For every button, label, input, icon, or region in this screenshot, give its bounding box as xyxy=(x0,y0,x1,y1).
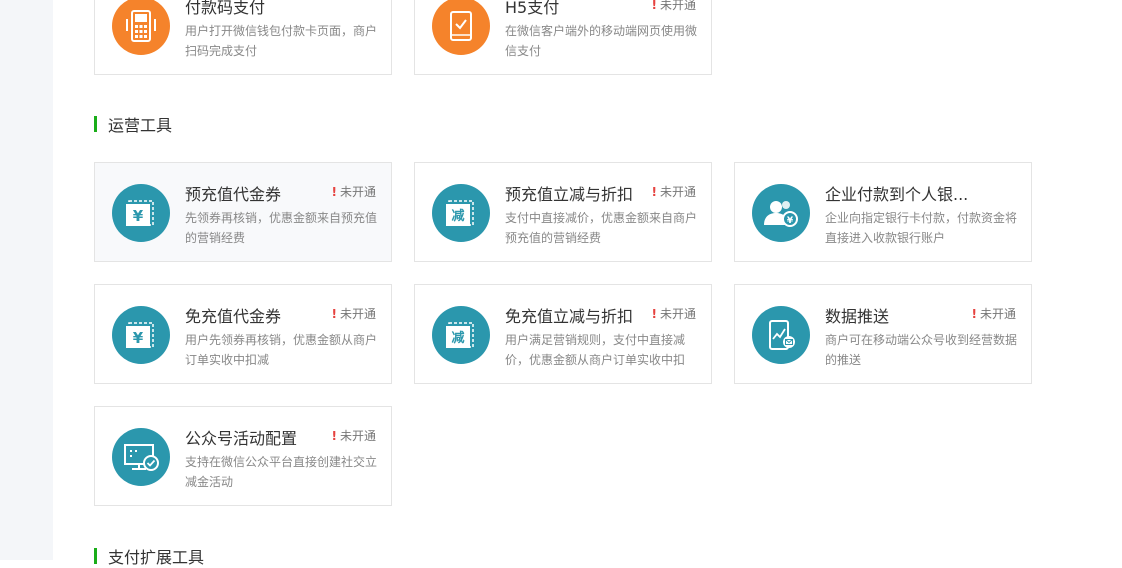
card-title: 预充值代金券 xyxy=(185,185,282,204)
card-desc: 支付中直接减价，优惠金额来自商户预充值的营销经费 xyxy=(505,211,698,245)
card-title: 免充值代金券 xyxy=(185,307,282,326)
card-title: 企业付款到个人银... xyxy=(825,185,969,204)
card-desc: 用户打开微信钱包付款卡页面，商户扫码完成支付 xyxy=(185,24,378,58)
warning-icon: ! xyxy=(651,307,657,321)
card-title: 公众号活动配置 xyxy=(185,429,298,448)
card-data-push[interactable]: 数据推送 ! 未开通 商户可在移动端公众号收到经营数据的推送 xyxy=(734,284,1032,384)
card-title: 预充值立减与折扣 xyxy=(505,185,634,204)
card-desc: 支持在微信公众平台直接创建社交立减金活动 xyxy=(185,455,378,489)
warning-icon: ! xyxy=(651,185,657,199)
warning-icon: ! xyxy=(331,307,337,321)
status-badge: ! 未开通 xyxy=(331,185,377,199)
warning-icon: ! xyxy=(331,429,337,443)
section-bar xyxy=(94,116,97,132)
users-yuan-icon: ¥ xyxy=(752,184,810,242)
card-title: H5支付 xyxy=(505,0,560,17)
svg-text:¥: ¥ xyxy=(133,207,144,225)
card-no-prepaid-discount[interactable]: 减 免充值立减与折扣 ! 未开通 用户满足营销规则，支付中直接减价，优惠金额从商户… xyxy=(414,284,712,384)
warning-icon: ! xyxy=(971,307,977,321)
card-no-prepaid-coupon[interactable]: ¥ 免充值代金券 ! 未开通 用户先领券再核销，优惠金额从商户订单实收中扣减 xyxy=(94,284,392,384)
status-badge: ! 未开通 xyxy=(651,0,697,12)
card-desc: 企业向指定银行卡付款，付款资金将直接进入收款银行账户 xyxy=(825,211,1018,245)
monitor-check-icon xyxy=(112,428,170,486)
warning-icon: ! xyxy=(331,185,337,199)
card-prepaid-discount[interactable]: 减 预充值立减与折扣 ! 未开通 支付中直接减价，优惠金额来自商户预充值的营销经费 xyxy=(414,162,712,262)
pos-terminal-icon xyxy=(112,0,170,55)
discount-coupon-icon: 减 xyxy=(432,184,490,242)
section-title-ops: 运营工具 xyxy=(94,114,172,135)
svg-text:减: 减 xyxy=(451,208,464,224)
section-title-payment-extension: 支付扩展工具 xyxy=(94,546,204,567)
left-sidebar-strip xyxy=(0,0,53,560)
section-bar xyxy=(94,548,97,564)
main-content: 付款码支付 用户打开微信钱包付款卡页面，商户扫码完成支付 H5支付 ! 未开通 在… xyxy=(53,0,1122,567)
card-desc: 用户满足营销规则，支付中直接减价，优惠金额从商户订单实收中扣 xyxy=(505,333,686,367)
card-h5-pay[interactable]: H5支付 ! 未开通 在微信客户端外的移动端网页使用微信支付 xyxy=(414,0,712,75)
status-badge: ! 未开通 xyxy=(651,307,697,321)
card-title: 付款码支付 xyxy=(185,0,266,17)
status-badge: ! 未开通 xyxy=(971,307,1017,321)
card-micropay[interactable]: 付款码支付 用户打开微信钱包付款卡页面，商户扫码完成支付 xyxy=(94,0,392,75)
status-badge: ! 未开通 xyxy=(651,185,697,199)
warning-icon: ! xyxy=(651,0,657,12)
card-title: 数据推送 xyxy=(825,307,890,326)
card-desc: 先领券再核销，优惠金额来自预充值的营销经费 xyxy=(185,211,378,245)
card-prepaid-coupon[interactable]: ¥ 预充值代金券 ! 未开通 先领券再核销，优惠金额来自预充值的营销经费 xyxy=(94,162,392,262)
mobile-chart-mail-icon xyxy=(752,306,810,364)
svg-text:¥: ¥ xyxy=(787,216,794,226)
yuan-coupon-icon: ¥ xyxy=(112,184,170,242)
card-title: 免充值立减与折扣 xyxy=(505,307,634,326)
mobile-check-icon xyxy=(432,0,490,55)
svg-text:减: 减 xyxy=(451,330,464,346)
card-desc: 商户可在移动端公众号收到经营数据的推送 xyxy=(825,333,1018,367)
card-official-account-activity[interactable]: 公众号活动配置 ! 未开通 支持在微信公众平台直接创建社交立减金活动 xyxy=(94,406,392,506)
status-badge: ! 未开通 xyxy=(331,429,377,443)
svg-text:¥: ¥ xyxy=(133,329,144,347)
yuan-coupon-icon: ¥ xyxy=(112,306,170,364)
discount-coupon-icon: 减 xyxy=(432,306,490,364)
card-enterprise-payment[interactable]: ¥ 企业付款到个人银... 企业向指定银行卡付款，付款资金将直接进入收款银行账户 xyxy=(734,162,1032,262)
status-badge: ! 未开通 xyxy=(331,307,377,321)
card-desc: 用户先领券再核销，优惠金额从商户订单实收中扣减 xyxy=(185,333,378,367)
card-desc: 在微信客户端外的移动端网页使用微信支付 xyxy=(505,24,698,58)
